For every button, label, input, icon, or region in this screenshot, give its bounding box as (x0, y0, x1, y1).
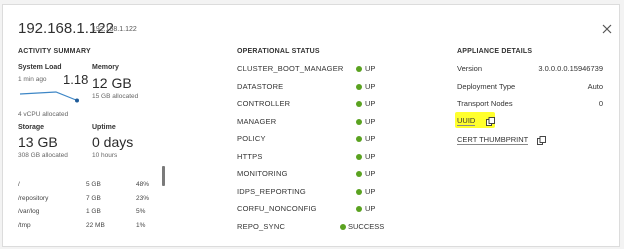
service-name: POLICY (237, 134, 266, 143)
service-name: IDPS_REPORTING (237, 187, 306, 196)
filesystem-size: 5 GB (86, 181, 101, 188)
copy-uuid-button[interactable] (486, 117, 495, 126)
status-dot-icon (356, 136, 362, 142)
activity-summary-heading: ACTIVITY SUMMARY (18, 48, 91, 55)
deployment-type-value: Auto (587, 82, 603, 91)
service-row: IDPS_REPORTING UP (237, 187, 387, 199)
status-dot-icon (356, 171, 362, 177)
filesystem-path: /repository (18, 195, 49, 202)
storage-allocated: 308 GB allocated (18, 152, 68, 159)
system-load-time: 1 min ago (18, 76, 47, 83)
service-row: HTTPS UP (237, 152, 387, 164)
version-row: Version 3.0.0.0.0.15946739 (457, 64, 603, 76)
storage-label: Storage (18, 124, 45, 131)
service-name: CLUSTER_BOOT_MANAGER (237, 64, 344, 73)
service-status: UP (365, 187, 376, 196)
uptime-label: Uptime (92, 124, 116, 131)
service-status: UP (365, 169, 376, 178)
storage-value: 13 GB (18, 134, 58, 150)
service-row: CLUSTER_BOOT_MANAGER UP (237, 64, 387, 76)
service-row: DATASTORE UP (237, 82, 387, 94)
service-status: UP (365, 64, 376, 73)
service-name: CORFU_NONCONFIG (237, 204, 317, 213)
operational-status-heading: OPERATIONAL STATUS (237, 48, 320, 55)
service-name: REPO_SYNC (237, 222, 286, 231)
memory-allocated: 15 GB allocated (92, 93, 139, 100)
service-row: CONTROLLER UP (237, 99, 387, 111)
uptime-value: 0 days (92, 134, 134, 150)
service-row: MONITORING UP (237, 169, 387, 181)
service-status: UP (365, 82, 376, 91)
filesystem-percent: 1% (136, 222, 146, 229)
copy-icon (486, 117, 495, 126)
memory-label: Memory (92, 64, 119, 71)
transport-nodes-row: Transport Nodes 0 (457, 99, 603, 111)
close-button[interactable] (600, 22, 614, 36)
service-status: UP (365, 117, 376, 126)
status-dot-icon (356, 84, 362, 90)
service-row: MANAGER UP (237, 117, 387, 129)
deployment-type-label: Deployment Type (457, 82, 516, 91)
status-dot-icon (356, 206, 362, 212)
service-status: UP (365, 204, 376, 213)
deployment-row: Deployment Type Auto (457, 82, 603, 94)
service-status: UP (365, 99, 376, 108)
filesystem-path: / (18, 181, 20, 188)
status-dot-icon (356, 66, 362, 72)
service-status: UP (365, 134, 376, 143)
service-row: POLICY UP (237, 134, 387, 146)
transport-nodes-value: 0 (598, 99, 603, 108)
service-name: HTTPS (237, 152, 263, 161)
filesystem-size: 1 GB (86, 208, 101, 215)
system-load-value: 1.18 (63, 72, 89, 87)
dialog-subtitle: 192.168.1.122 (92, 26, 137, 33)
status-dot-icon (356, 154, 362, 160)
service-name: MONITORING (237, 169, 288, 178)
uptime-sub: 10 hours (92, 152, 118, 159)
uuid-label[interactable]: UUID (457, 116, 476, 126)
copy-cert-thumbprint-button[interactable] (537, 136, 546, 145)
close-icon (602, 24, 612, 34)
service-name: DATASTORE (237, 82, 284, 91)
status-dot-icon (356, 189, 362, 195)
filesystem-size: 22 MB (86, 222, 105, 229)
service-name: CONTROLLER (237, 99, 291, 108)
status-dot-icon (340, 224, 346, 230)
filesystem-path: /tmp (18, 222, 31, 229)
filesystem-size: 7 GB (86, 195, 101, 202)
vcpu-allocated: 4 vCPU allocated (18, 111, 69, 118)
status-dot-icon (356, 101, 362, 107)
system-load-sparkline (19, 91, 79, 103)
memory-value: 12 GB (92, 75, 132, 91)
service-status: UP (365, 152, 376, 161)
copy-icon (537, 136, 546, 145)
filesystem-percent: 23% (136, 195, 150, 202)
service-name: MANAGER (237, 117, 277, 126)
version-value: 3.0.0.0.0.15946739 (538, 64, 603, 73)
version-label: Version (457, 64, 483, 73)
system-load-label: System Load (18, 64, 62, 71)
transport-nodes-label: Transport Nodes (457, 99, 513, 108)
filesystem-path: /var/log (18, 208, 40, 215)
service-row: CORFU_NONCONFIG UP (237, 204, 387, 216)
filesystem-percent: 48% (136, 181, 150, 188)
service-row: REPO_SYNC SUCCESS (237, 222, 397, 234)
filesystem-percent: 5% (136, 208, 146, 215)
service-status: SUCCESS (348, 222, 385, 231)
status-dot-icon (356, 119, 362, 125)
appliance-details-heading: APPLIANCE DETAILS (457, 48, 533, 55)
cert-thumbprint-label[interactable]: CERT THUMBPRINT (457, 135, 529, 145)
